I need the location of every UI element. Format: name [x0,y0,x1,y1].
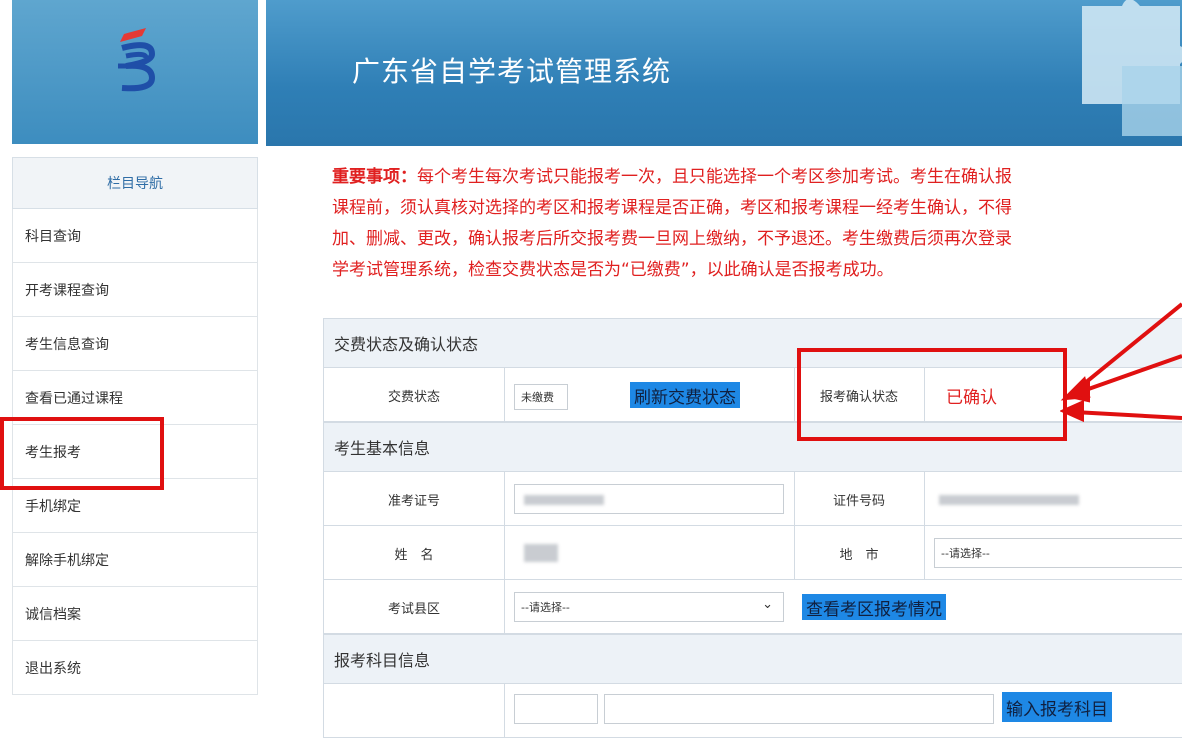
enter-subject-button[interactable]: 输入报考科目 [1002,692,1112,722]
sidebar-item-logout[interactable]: 退出系统 [12,641,258,695]
sidebar-item-credit-record[interactable]: 诚信档案 [12,587,258,641]
sidebar-item-course-query[interactable]: 开考课程查询 [12,263,258,317]
notice-line: 学考试管理系统，检查交费状态是否为“已缴费”，以此确认是否报考成功。 [332,260,894,280]
header-banner: 广东省自学考试管理系统 [266,0,1182,146]
fee-status-label: 交费状态 [387,390,440,405]
sidebar-item-phone-unbinding[interactable]: 解除手机绑定 [12,533,258,587]
annotation-arrows [1060,302,1182,423]
id-number-label: 证件号码 [832,494,885,509]
redacted-value [524,544,558,562]
notice-line: 每个考生每次考试只能报考一次，且只能选择一个考区参加考试。考生在确认报 [417,167,1012,187]
redacted-value [524,495,604,505]
city-label: 地 市 [839,548,879,563]
notice-prefix: 重要事项： [332,167,417,187]
subject-section-title: 报考科目信息 [323,634,1182,684]
important-notice: 重要事项：每个考生每次考试只能报考一次，且只能选择一个考区参加考试。考生在确认报… [332,162,1182,286]
highlight-exam-registration [0,417,164,490]
logo-panel [12,0,258,144]
county-label: 考试县区 [387,602,440,617]
name-label: 姓 名 [394,548,434,563]
basic-info-row-3: 考试县区 --请选择-- ⌄ 查看考区报考情况 [323,580,1182,634]
refresh-fee-status-button[interactable]: 刷新交费状态 [630,382,740,408]
city-select[interactable]: --请选择-- [934,538,1182,568]
basic-info-row-1: 准考证号 证件号码 [323,472,1182,526]
county-select-value: --请选择-- [521,601,570,614]
subject-row: 输入报考科目 [323,684,1182,738]
puzzle-decoration-icon [1082,0,1182,136]
redacted-value [939,495,1079,505]
notice-line: 课程前，须认真核对选择的考区和报考课程是否正确，考区和报考课程一经考生确认，不得 [332,198,1012,218]
system-title: 广东省自学考试管理系统 [352,55,672,88]
notice-line: 加、删减、更改，确认报考后所交报考费一旦网上缴纳，不予退还。考生缴费后须再次登录 [332,229,1012,249]
subject-code-field[interactable] [514,694,598,724]
sidebar-item-candidate-info[interactable]: 考生信息查询 [12,317,258,371]
basic-info-row-2: 姓 名 地 市 --请选择-- [323,526,1182,580]
sidebar-item-subject-query[interactable]: 科目查询 [12,209,258,263]
admission-number-label: 准考证号 [387,494,440,509]
subject-name-field[interactable] [604,694,994,724]
view-exam-area-button[interactable]: 查看考区报考情况 [802,594,946,620]
exam-logo-icon [118,28,156,92]
county-select[interactable]: --请选择-- ⌄ [514,592,784,622]
chevron-down-icon: ⌄ [762,597,773,612]
sidebar-heading: 栏目导航 [12,157,258,209]
highlight-confirm-status [797,348,1067,441]
fee-status-value: 未缴费 [514,384,568,410]
